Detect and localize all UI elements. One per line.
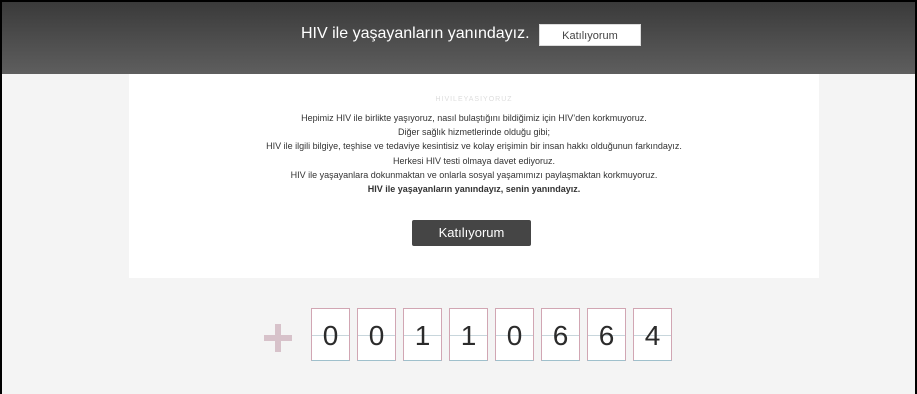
manifesto-line: Herkesi HIV testi olmaya davet ediyoruz. [392,155,556,166]
manifesto-panel: HIVILEYASIYORUZ Hepimiz HIV ile birlikte… [129,74,819,278]
counter-digit-value: 6 [598,320,615,351]
agree-button[interactable]: Katılıyorum [412,220,531,246]
counter-digit-value: 0 [368,320,385,351]
top-banner: HIV ile yaşayanların yanındayız. Katılıy… [2,2,915,74]
counter-digit-value: 6 [552,320,569,351]
banner-text: HIV ile yaşayanların yanındayız. [301,25,530,42]
counter-digit: 0 [311,308,350,361]
manifesto-line: Hepimiz HIV ile birlikte yaşıyoruz, nası… [301,113,647,123]
counter-digit: 4 [633,308,672,361]
manifesto-bold-line: HIV ile yaşayanların yanındayız, senin y… [367,184,581,195]
counter-digit: 1 [449,308,488,361]
manifesto-line: HIV ile ilgili bilgiye, teşhise ve tedav… [266,141,682,152]
counter-digit-value: 1 [414,320,431,351]
counter-digit-value: 0 [322,320,339,351]
counter-digit: 6 [541,308,580,361]
counter-digit-value: 0 [506,320,523,351]
plus-icon [264,324,292,352]
counter-digit: 0 [495,308,534,361]
faint-heading: HIVILEYASIYORUZ [435,96,513,103]
counter-digit: 6 [587,308,626,361]
counter-digit-value: 1 [460,320,477,351]
manifesto-line: Diğer sağlık hizmetlerinde olduğu gibi; [397,127,551,138]
counter-digit: 0 [357,308,396,361]
banner-agree-button[interactable]: Katılıyorum [539,24,641,46]
manifesto-line: HIV ile yaşayanlara dokunmaktan ve onlar… [290,169,658,180]
counter-digit-value: 4 [644,320,661,351]
manifesto-text: Hepimiz HIV ile birlikte yaşıyoruz, nası… [129,111,819,196]
page-frame: HIV ile yaşayanların yanındayız. Katılıy… [0,0,917,394]
counter-digit: 1 [403,308,442,361]
